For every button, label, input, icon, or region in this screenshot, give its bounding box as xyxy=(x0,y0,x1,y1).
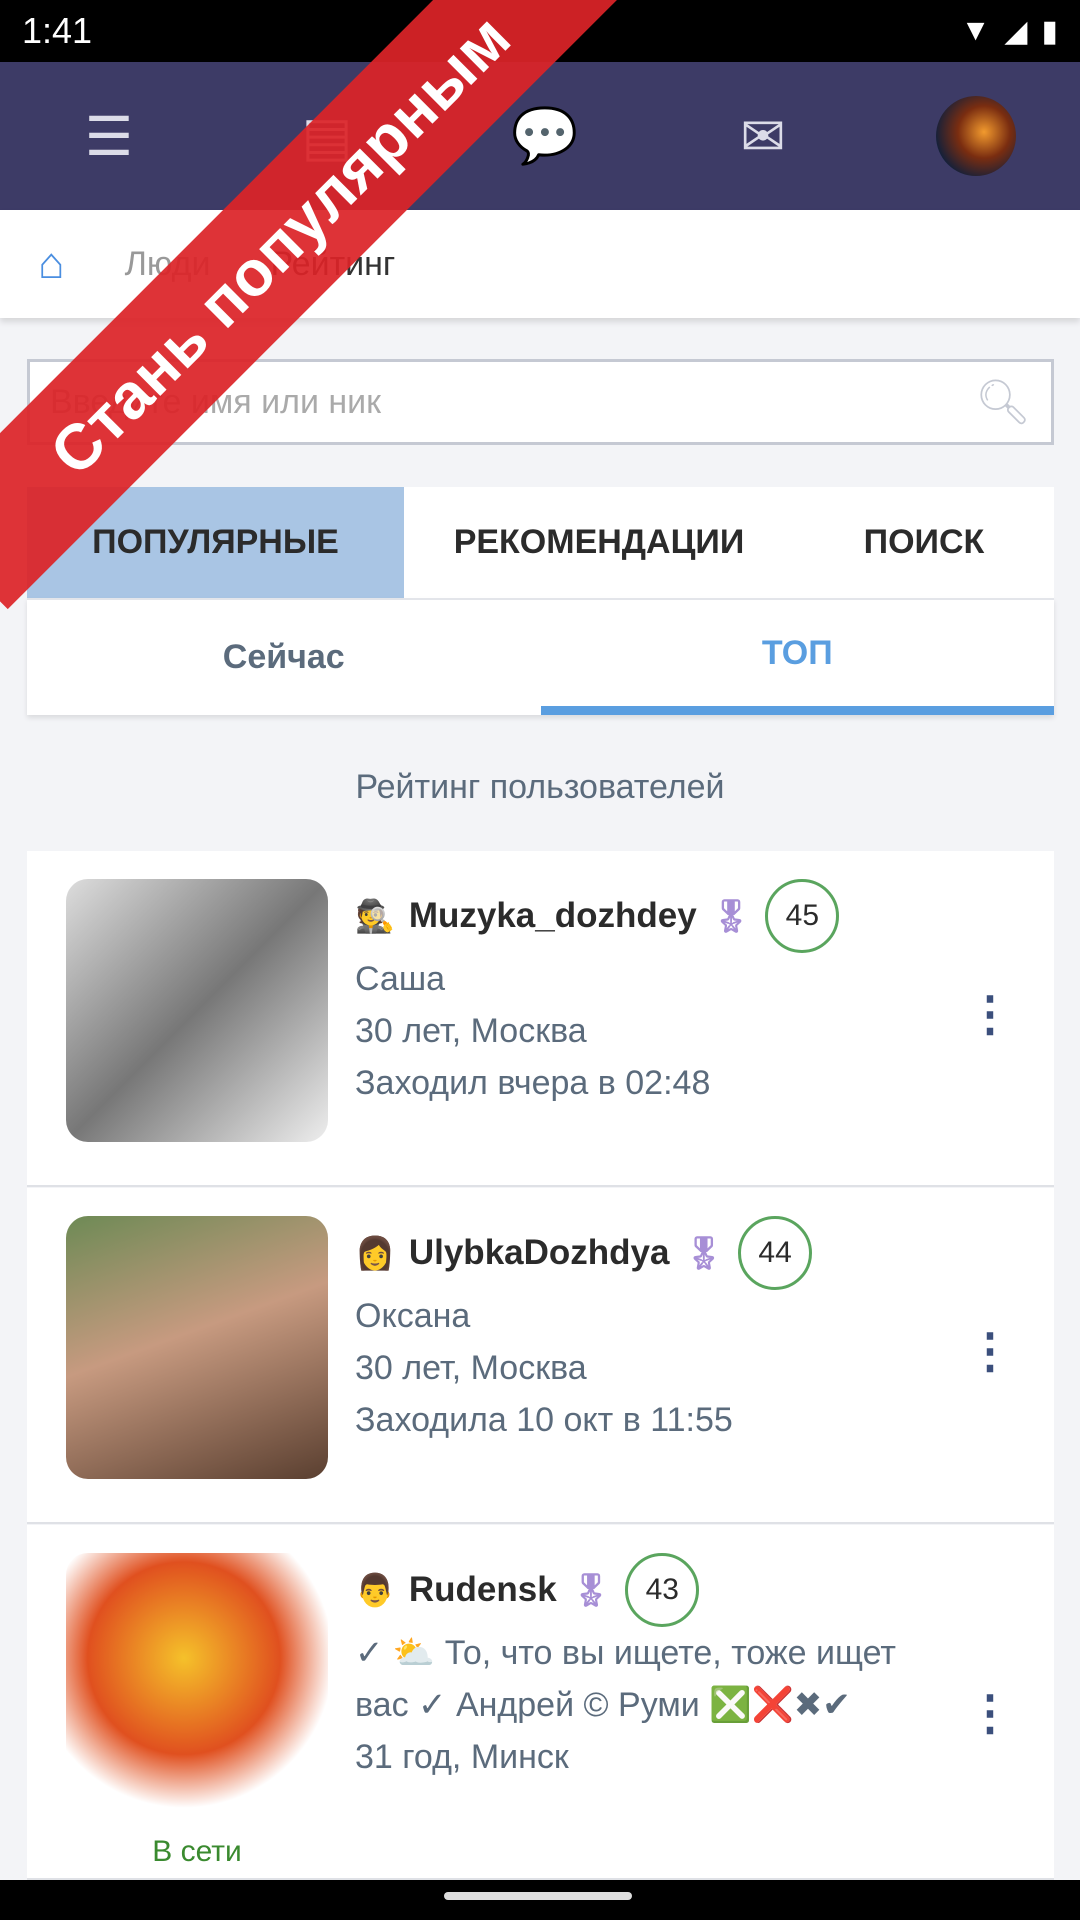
sub-tabs: Сейчас ТОП xyxy=(27,598,1054,715)
subtab-top[interactable]: ТОП xyxy=(540,600,1054,715)
profile-avatar[interactable] xyxy=(936,96,1016,176)
subtab-now[interactable]: Сейчас xyxy=(27,600,541,715)
user-status-text: ✓ ⛅ То, что вы ищете, тоже ищет xyxy=(355,1634,896,1672)
wifi-icon: ▼ xyxy=(960,14,991,47)
signal-icon: ◢ xyxy=(1004,14,1028,48)
medal-icon: 🎖 xyxy=(570,1572,612,1608)
mail-icon[interactable]: ✉ xyxy=(718,105,808,168)
user-card[interactable]: 🕵 Muzyka_dozhdey 🎖 45 Саша 30 лет, Москва З… xyxy=(27,851,1054,1187)
online-status: В сети xyxy=(152,1835,242,1868)
user-last-seen: Заходила 10 окт в 11:55 xyxy=(355,1401,733,1439)
user-type-icon: 👩 xyxy=(355,1235,395,1271)
system-nav-bar xyxy=(0,1880,1080,1920)
user-last-seen: Заходил вчера в 02:48 xyxy=(355,1064,711,1102)
more-options-icon[interactable]: ⋮ xyxy=(966,1690,1014,1738)
user-card[interactable]: В сети 👨 Rudensk 🎖 43 ✓ ⛅ То, что вы ищете,… xyxy=(27,1525,1054,1880)
tab-recommendations[interactable]: РЕКОМЕНДАЦИИ xyxy=(404,487,794,598)
status-time: 1:41 xyxy=(22,10,93,51)
user-type-icon: 👨 xyxy=(355,1572,395,1608)
user-first-name: Саша xyxy=(355,960,446,998)
more-options-icon[interactable]: ⋮ xyxy=(966,1328,1014,1376)
user-photo[interactable] xyxy=(66,1553,328,1816)
score-badge: 43 xyxy=(625,1553,700,1627)
menu-icon[interactable]: ☰ xyxy=(64,105,154,168)
chat-icon[interactable]: 💬 xyxy=(500,105,590,168)
section-heading: Рейтинг пользователей xyxy=(355,768,725,806)
battery-icon: ▮ xyxy=(1041,14,1058,48)
user-card[interactable]: 👩 UlybkaDozhdya 🎖 44 Оксана 30 лет, Москва … xyxy=(27,1188,1054,1524)
score-badge: 44 xyxy=(738,1216,813,1290)
user-age-city: 30 лет, Москва xyxy=(355,1012,587,1050)
user-name[interactable]: UlybkaDozhdya xyxy=(409,1233,670,1273)
score-badge: 45 xyxy=(765,879,840,953)
more-options-icon[interactable]: ⋮ xyxy=(966,991,1014,1039)
user-photo[interactable] xyxy=(66,1216,328,1479)
user-age-city: 31 год, Минск xyxy=(355,1738,569,1776)
user-type-icon: 🕵 xyxy=(355,898,395,934)
tab-search[interactable]: ПОИСК xyxy=(794,487,1054,598)
user-status-text: вас ✓ Андрей © Руми ❎❌✖✔ xyxy=(355,1686,851,1724)
user-photo[interactable] xyxy=(66,879,328,1142)
medal-icon: 🎖 xyxy=(683,1235,725,1271)
top-nav: ☰ ▤ 💬 ✉ xyxy=(0,62,1080,210)
main-tabs: ПОПУЛЯРНЫЕ РЕКОМЕНДАЦИИ ПОИСК xyxy=(27,487,1054,618)
home-icon[interactable]: ⌂ xyxy=(38,239,65,289)
user-first-name: Оксана xyxy=(355,1297,471,1335)
search-icon[interactable]: 🔍︎ xyxy=(975,376,1031,428)
medal-icon: 🎖 xyxy=(710,898,752,934)
user-name[interactable]: Muzyka_dozhdey xyxy=(409,896,697,936)
user-name[interactable]: Rudensk xyxy=(409,1570,557,1610)
home-gesture-handle[interactable] xyxy=(444,1892,632,1900)
user-age-city: 30 лет, Москва xyxy=(355,1349,587,1387)
